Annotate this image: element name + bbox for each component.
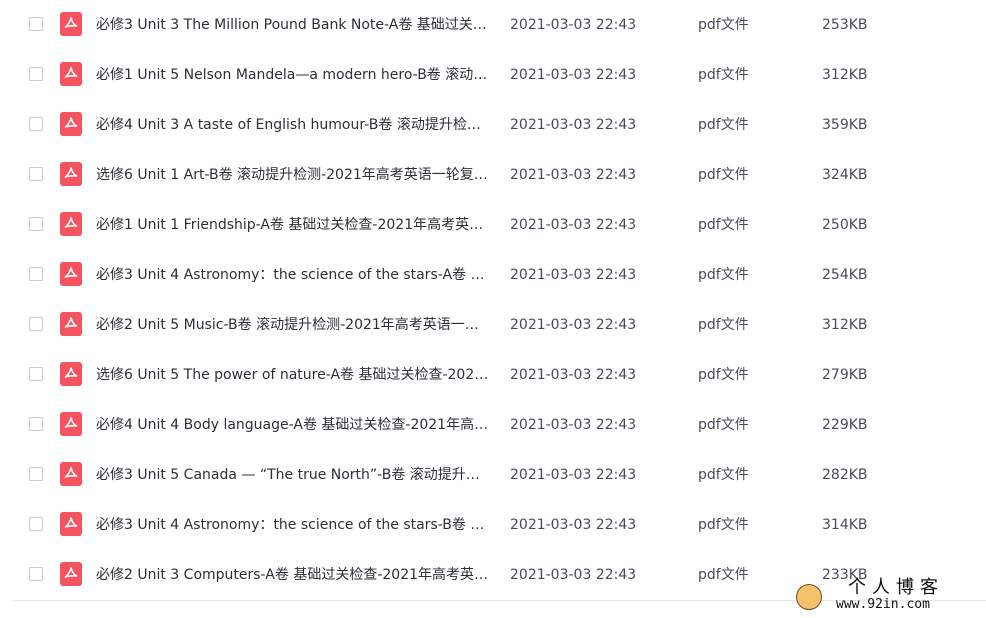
row-checkbox[interactable]: [29, 417, 43, 431]
file-name[interactable]: 必修3 Unit 5 Canada — “The true North”-B卷 …: [96, 465, 491, 485]
row-checkbox[interactable]: [29, 217, 43, 231]
file-type: pdf文件: [698, 367, 749, 383]
pdf-icon: [60, 512, 82, 536]
file-type: pdf文件: [698, 517, 749, 533]
file-type: pdf文件: [698, 217, 749, 233]
row-checkbox[interactable]: [29, 167, 43, 181]
file-date: 2021-03-03 22:43: [510, 67, 637, 83]
file-row[interactable]: 必修3 Unit 4 Astronomy：the science of the …: [0, 250, 986, 300]
file-date: 2021-03-03 22:43: [510, 117, 637, 133]
pdf-icon: [60, 12, 82, 36]
row-checkbox[interactable]: [29, 317, 43, 331]
file-row[interactable]: 必修3 Unit 4 Astronomy：the science of the …: [0, 500, 986, 550]
row-checkbox[interactable]: [29, 517, 43, 531]
row-checkbox[interactable]: [29, 67, 43, 81]
file-type: pdf文件: [698, 567, 749, 583]
file-date: 2021-03-03 22:43: [510, 317, 637, 333]
row-checkbox[interactable]: [29, 467, 43, 481]
file-date: 2021-03-03 22:43: [510, 567, 637, 583]
file-size: 229KB: [822, 417, 868, 433]
file-row[interactable]: 必修1 Unit 5 Nelson Mandela—a modern hero-…: [0, 50, 986, 100]
file-name[interactable]: 必修2 Unit 5 Music-B卷 滚动提升检测-2021年高考英语一轮复习…: [96, 315, 491, 335]
file-size: 359KB: [822, 117, 868, 133]
file-name[interactable]: 选修6 Unit 1 Art-B卷 滚动提升检测-2021年高考英语一轮复习单元…: [96, 165, 491, 185]
file-type: pdf文件: [698, 67, 749, 83]
file-name[interactable]: 必修4 Unit 3 A taste of English humour-B卷 …: [96, 115, 491, 135]
file-row[interactable]: 必修4 Unit 3 A taste of English humour-B卷 …: [0, 100, 986, 150]
file-type: pdf文件: [698, 167, 749, 183]
file-size: 254KB: [822, 267, 868, 283]
file-name[interactable]: 必修2 Unit 3 Computers-A卷 基础过关检查-2021年高考英语…: [96, 565, 491, 585]
watermark-title: 个人博客: [848, 577, 944, 598]
file-size: 324KB: [822, 167, 868, 183]
file-date: 2021-03-03 22:43: [510, 167, 637, 183]
pdf-icon: [60, 162, 82, 186]
file-type: pdf文件: [698, 317, 749, 333]
file-name[interactable]: 选修6 Unit 5 The power of nature-A卷 基础过关检查…: [96, 365, 491, 385]
pdf-icon: [60, 362, 82, 386]
file-date: 2021-03-03 22:43: [510, 417, 637, 433]
file-row[interactable]: 选修6 Unit 1 Art-B卷 滚动提升检测-2021年高考英语一轮复习单元…: [0, 150, 986, 200]
file-row[interactable]: 必修1 Unit 1 Friendship-A卷 基础过关检查-2021年高考英…: [0, 200, 986, 250]
watermark-avatar-icon: [796, 584, 822, 610]
file-name[interactable]: 必修1 Unit 1 Friendship-A卷 基础过关检查-2021年高考英…: [96, 215, 491, 235]
file-row[interactable]: 必修3 Unit 3 The Million Pound Bank Note-A…: [0, 0, 986, 50]
file-size: 312KB: [822, 317, 868, 333]
pdf-icon: [60, 262, 82, 286]
file-date: 2021-03-03 22:43: [510, 17, 637, 33]
row-checkbox[interactable]: [29, 367, 43, 381]
file-type: pdf文件: [698, 17, 749, 33]
file-type: pdf文件: [698, 467, 749, 483]
pdf-icon: [60, 312, 82, 336]
file-date: 2021-03-03 22:43: [510, 467, 637, 483]
file-row[interactable]: 必修3 Unit 5 Canada — “The true North”-B卷 …: [0, 450, 986, 500]
pdf-icon: [60, 62, 82, 86]
watermark-url: www.92in.com: [836, 597, 930, 612]
file-name[interactable]: 必修4 Unit 4 Body language-A卷 基础过关检查-2021年…: [96, 415, 491, 435]
row-checkbox[interactable]: [29, 117, 43, 131]
file-size: 282KB: [822, 467, 868, 483]
file-size: 312KB: [822, 67, 868, 83]
file-type: pdf文件: [698, 117, 749, 133]
pdf-icon: [60, 112, 82, 136]
file-list: 必修3 Unit 3 The Million Pound Bank Note-A…: [0, 0, 986, 618]
file-row[interactable]: 选修6 Unit 5 The power of nature-A卷 基础过关检查…: [0, 350, 986, 400]
file-row[interactable]: 必修4 Unit 4 Body language-A卷 基础过关检查-2021年…: [0, 400, 986, 450]
pdf-icon: [60, 412, 82, 436]
pdf-icon: [60, 462, 82, 486]
pdf-icon: [60, 212, 82, 236]
file-size: 250KB: [822, 217, 868, 233]
row-checkbox[interactable]: [29, 567, 43, 581]
file-date: 2021-03-03 22:43: [510, 367, 637, 383]
file-date: 2021-03-03 22:43: [510, 217, 637, 233]
file-row[interactable]: 必修2 Unit 5 Music-B卷 滚动提升检测-2021年高考英语一轮复习…: [0, 300, 986, 350]
file-name[interactable]: 必修3 Unit 4 Astronomy：the science of the …: [96, 515, 491, 535]
file-size: 253KB: [822, 17, 868, 33]
pdf-icon: [60, 562, 82, 586]
watermark: 个人博客 www.92in.com: [796, 578, 982, 614]
file-date: 2021-03-03 22:43: [510, 267, 637, 283]
row-checkbox[interactable]: [29, 17, 43, 31]
file-type: pdf文件: [698, 417, 749, 433]
file-type: pdf文件: [698, 267, 749, 283]
file-name[interactable]: 必修1 Unit 5 Nelson Mandela—a modern hero-…: [96, 65, 491, 85]
file-name[interactable]: 必修3 Unit 3 The Million Pound Bank Note-A…: [96, 15, 491, 35]
file-date: 2021-03-03 22:43: [510, 517, 637, 533]
file-size: 314KB: [822, 517, 868, 533]
row-checkbox[interactable]: [29, 267, 43, 281]
file-size: 279KB: [822, 367, 868, 383]
file-name[interactable]: 必修3 Unit 4 Astronomy：the science of the …: [96, 265, 491, 285]
